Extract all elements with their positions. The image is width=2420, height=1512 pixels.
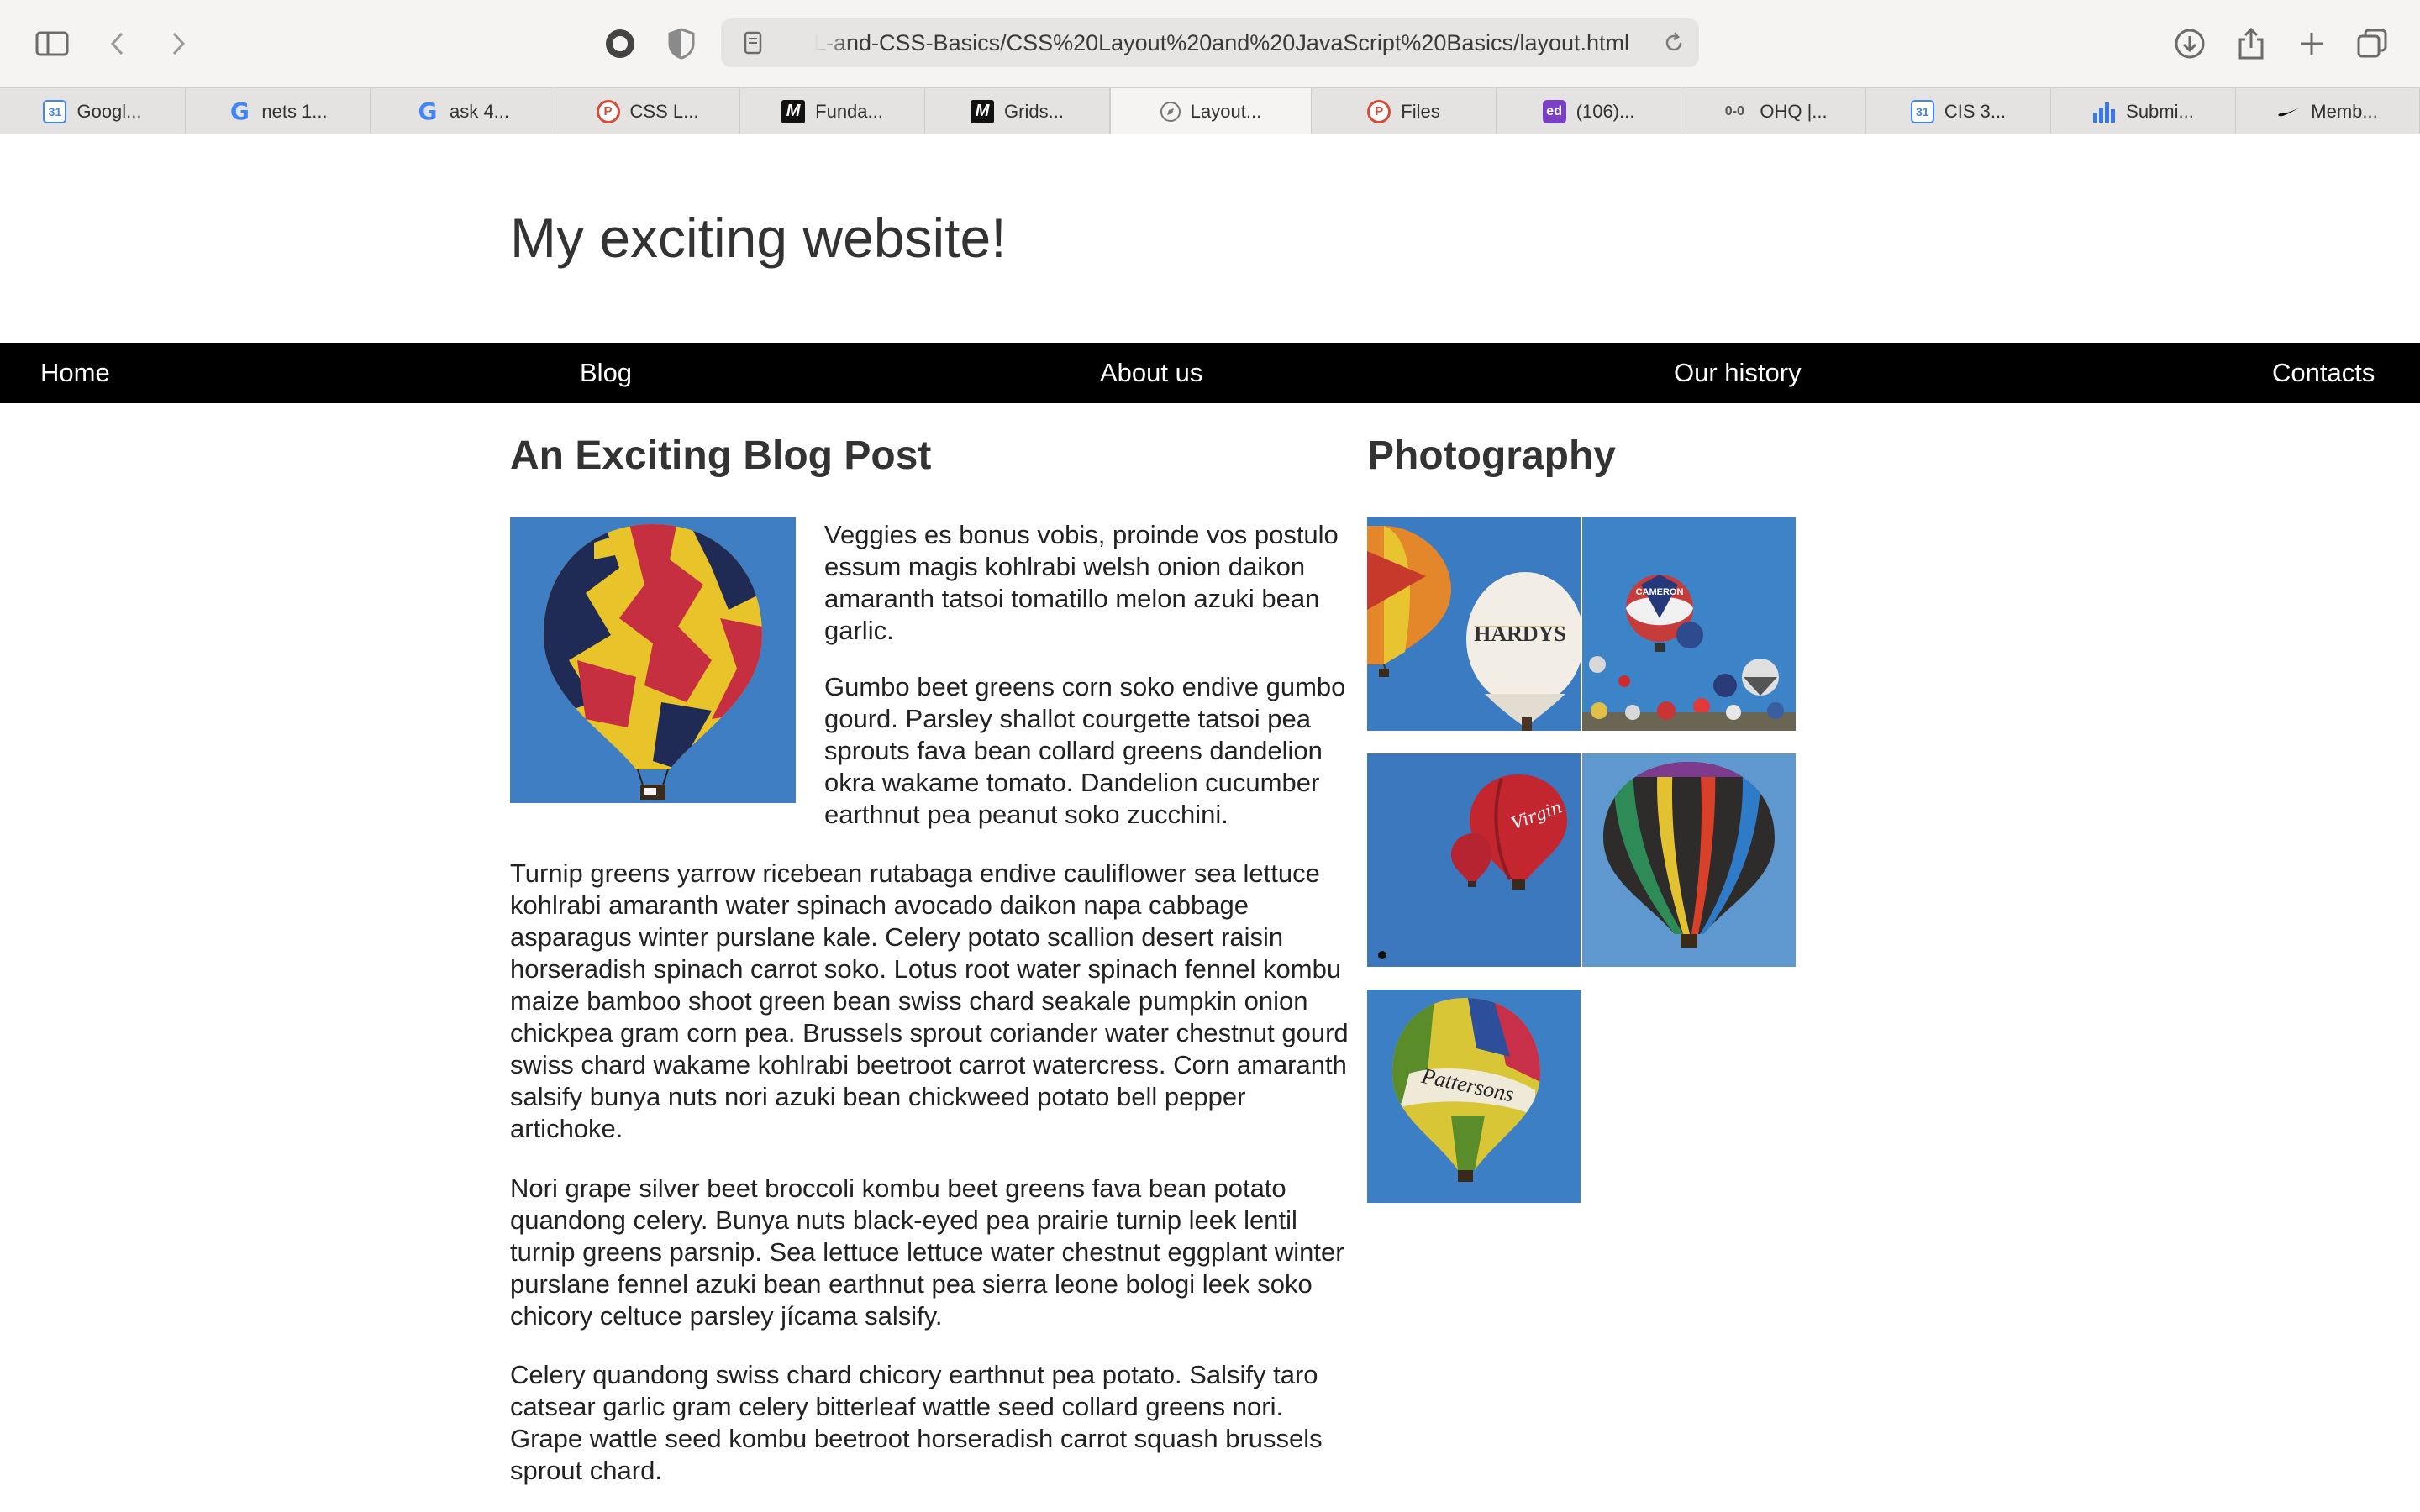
privacy-shield-icon[interactable]	[661, 24, 702, 64]
post-paragraph-2: Gumbo beet greens corn soko endive gumbo…	[824, 672, 1346, 829]
post-paragraph-3: Turnip greens yarrow ricebean rutabaga e…	[510, 858, 1349, 1143]
photography-title: Photography	[1367, 433, 1616, 478]
tab-members[interactable]: Memb...	[2236, 88, 2420, 134]
tab-fundamentals[interactable]: M Funda...	[740, 88, 925, 134]
tab-label: (106)...	[1576, 100, 1635, 122]
photo-balloon-fiesta[interactable]: CAMERON	[1582, 517, 1796, 731]
browser-toolbar: L-and-CSS-Basics/CSS%20Layout%20and%20Ja…	[0, 0, 2420, 87]
tab-cis[interactable]: 31 CIS 3...	[1866, 88, 2051, 134]
nav-blog[interactable]: Blog	[580, 343, 632, 403]
tab-grids[interactable]: M Grids...	[925, 88, 1110, 134]
share-icon[interactable]	[2231, 24, 2271, 64]
post-paragraph-4: Nori grape silver beet broccoli kombu be…	[510, 1173, 1344, 1331]
p-icon: P	[596, 99, 620, 123]
nav-contacts[interactable]: Contacts	[2272, 343, 2375, 403]
tab-label: ask 4...	[450, 100, 509, 122]
nav-about-us[interactable]: About us	[1100, 343, 1202, 403]
reload-icon[interactable]	[1654, 23, 1694, 63]
nav-our-history[interactable]: Our history	[1674, 343, 1802, 403]
google-calendar-icon: 31	[1910, 99, 1934, 123]
tab-layout-active[interactable]: Layout...	[1110, 88, 1312, 134]
url-fade	[802, 25, 852, 60]
compass-icon	[1160, 101, 1181, 122]
downloads-icon[interactable]	[2170, 24, 2210, 64]
tab-label: Googl...	[76, 100, 142, 122]
tab-label: Submi...	[2126, 100, 2194, 122]
tab-label: Funda...	[815, 100, 883, 122]
page-icon	[733, 23, 773, 63]
tab-label: OHQ |...	[1760, 100, 1828, 122]
tab-overview-icon[interactable]	[2352, 24, 2392, 64]
google-icon: G	[229, 97, 250, 125]
post-paragraph-5: Celery quandong swiss chard chicory eart…	[510, 1360, 1323, 1485]
p-icon: P	[1367, 99, 1392, 123]
tab-ohq[interactable]: 0-0 OHQ |...	[1681, 88, 1866, 134]
nike-icon	[2277, 100, 2301, 123]
tab-css-layout[interactable]: P CSS L...	[555, 88, 740, 134]
tab-ed[interactable]: ed (106)...	[1497, 88, 1681, 134]
nav-home[interactable]: Home	[40, 343, 110, 403]
tab-files[interactable]: P Files	[1312, 88, 1497, 134]
tab-label: Memb...	[2311, 100, 2378, 122]
sidebar-toggle-icon[interactable]	[32, 24, 72, 64]
tab-label: Grids...	[1004, 100, 1064, 122]
photo-virgin-balloons[interactable]: Virgin	[1367, 753, 1581, 967]
photo-caption: HARDYS	[1474, 622, 1566, 646]
tab-label: nets 1...	[261, 100, 328, 122]
new-tab-icon[interactable]	[2291, 24, 2332, 64]
m-icon: M	[971, 99, 995, 123]
photo-hardys-balloon[interactable]: HARDYS	[1367, 517, 1581, 731]
tab-submit[interactable]: Submi...	[2051, 88, 2236, 134]
extension-icon[interactable]	[600, 24, 640, 64]
main-nav: Home Blog About us Our history Contacts	[0, 343, 2420, 403]
photo-caption: CAMERON	[1636, 587, 1684, 597]
ohq-icon: 0-0	[1724, 103, 1744, 118]
post-paragraph-1: Veggies es bonus vobis, proinde vos post…	[824, 520, 1339, 645]
m-icon: M	[781, 99, 806, 123]
web-page: My exciting website! Home Blog About us …	[0, 134, 2420, 1512]
google-icon: G	[418, 97, 438, 125]
forward-icon[interactable]	[158, 24, 198, 64]
post-title: An Exciting Blog Post	[510, 433, 932, 478]
blog-balloon-image	[510, 517, 796, 803]
tab-bar: 31 Googl... G nets 1... G ask 4... P CSS…	[0, 87, 2420, 134]
site-title: My exciting website!	[510, 207, 1007, 269]
tab-label: CSS L...	[629, 100, 699, 122]
tab-label: Layout...	[1190, 100, 1262, 122]
address-bar[interactable]: L-and-CSS-Basics/CSS%20Layout%20and%20Ja…	[721, 18, 1699, 67]
tab-label: CIS 3...	[1944, 100, 2007, 122]
photo-pattersons-balloon[interactable]: Pattersons	[1367, 990, 1581, 1203]
url-text[interactable]: L-and-CSS-Basics/CSS%20Layout%20and%20Ja…	[813, 30, 1629, 56]
google-calendar-icon: 31	[43, 99, 67, 123]
ed-icon: ed	[1542, 99, 1566, 123]
photo-rainbow-balloon[interactable]	[1582, 753, 1796, 967]
tab-google-calendar[interactable]: 31 Googl...	[0, 88, 186, 134]
tab-ask[interactable]: G ask 4...	[371, 88, 555, 134]
bar-chart-icon	[2092, 100, 2116, 123]
tab-label: Files	[1401, 100, 1440, 122]
tab-nets[interactable]: G nets 1...	[186, 88, 371, 134]
back-icon[interactable]	[97, 24, 138, 64]
